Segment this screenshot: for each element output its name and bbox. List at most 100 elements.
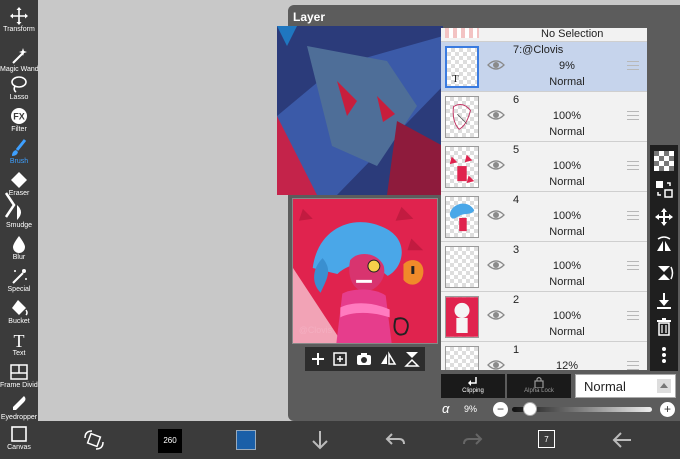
layer-row[interactable]: T 7:@Clovis 9% Normal	[441, 42, 647, 92]
eye-icon[interactable]	[487, 58, 505, 72]
eye-icon[interactable]	[487, 108, 505, 122]
tool-brush[interactable]: Brush	[0, 138, 38, 166]
layer-blend-mode: Normal	[549, 226, 585, 238]
more-options-icon[interactable]	[654, 345, 674, 365]
tool-eyedropper[interactable]: Eyedropper	[0, 394, 38, 422]
undo-icon[interactable]	[384, 428, 408, 452]
layer-list[interactable]: No Selection T 7:@Clovis 9% Normal 6 100% Norm…	[441, 28, 647, 370]
flip-layer-horizontal-icon[interactable]	[654, 235, 674, 255]
layer-blend-mode: Normal	[549, 126, 585, 138]
rotate-canvas-icon[interactable]	[82, 428, 106, 452]
layer-opacity: 100%	[552, 210, 582, 222]
tool-label: Filter	[11, 126, 27, 133]
layer-row[interactable]: 1 12%	[441, 342, 647, 370]
redo-icon[interactable]	[460, 428, 484, 452]
merge-down-icon[interactable]	[654, 291, 674, 311]
blend-mode-select[interactable]: Normal	[575, 374, 676, 398]
eye-icon[interactable]	[487, 208, 505, 222]
layer-name: 1	[513, 344, 520, 356]
eye-icon[interactable]	[487, 258, 505, 272]
checkerboard-icon[interactable]	[654, 151, 674, 171]
eye-icon[interactable]	[487, 358, 505, 370]
tool-label: Lasso	[9, 94, 29, 101]
fx-icon: FX	[11, 108, 27, 124]
layer-thumbnail[interactable]	[445, 346, 479, 370]
opacity-decrease-button[interactable]: −	[493, 402, 508, 417]
add-layer-copy-icon[interactable]	[329, 347, 351, 371]
clipping-button[interactable]: Clipping	[441, 374, 505, 398]
app-window: Transform Magic Wand Lasso FX Filter Brush Era…	[0, 0, 680, 459]
tool-filter[interactable]: FX Filter	[0, 106, 38, 134]
tool-label: Eyedropper	[0, 414, 38, 421]
tool-transform[interactable]: Transform	[0, 6, 38, 34]
swap-layer-icon[interactable]	[654, 179, 674, 199]
drag-handle-icon[interactable]	[627, 361, 639, 370]
svg-text:FX: FX	[13, 112, 25, 122]
no-selection-row[interactable]: No Selection	[441, 28, 647, 42]
bottom-toolbar	[38, 421, 680, 459]
opacity-slider-knob[interactable]	[522, 402, 537, 416]
delete-layer-icon[interactable]	[654, 317, 674, 337]
layer-blend-mode: Normal	[549, 276, 585, 288]
layer-name: 4	[513, 194, 520, 206]
opacity-increase-button[interactable]: +	[660, 402, 675, 417]
layer-row[interactable]: 6 100% Normal	[441, 92, 647, 142]
tool-lasso[interactable]: Lasso	[0, 74, 38, 102]
layers-button[interactable]: 7	[538, 430, 555, 448]
canvas-preview[interactable]: @Clovis	[292, 198, 438, 344]
canvas-artwork	[277, 26, 443, 195]
drag-handle-icon[interactable]	[627, 211, 639, 221]
tool-frame-divider[interactable]: Frame Divider	[0, 362, 44, 390]
layer-thumbnail[interactable]	[445, 146, 479, 188]
layer-opacity: 100%	[552, 310, 582, 322]
flip-vertical-icon[interactable]	[401, 347, 423, 371]
brush-icon	[12, 139, 27, 156]
tool-special[interactable]: Special	[0, 266, 38, 294]
layer-thumbnail[interactable]	[445, 196, 479, 238]
move-icon[interactable]	[654, 207, 674, 227]
eye-icon[interactable]	[487, 308, 505, 322]
flip-horizontal-icon[interactable]	[377, 347, 399, 371]
tool-label: Text	[12, 350, 26, 357]
transform-icon	[10, 7, 28, 25]
tool-blur[interactable]: Blur	[0, 234, 38, 262]
drag-handle-icon[interactable]	[627, 311, 639, 321]
back-arrow-icon[interactable]	[610, 428, 634, 452]
flip-layer-vertical-icon[interactable]	[654, 263, 674, 283]
add-layer-icon[interactable]	[307, 347, 329, 371]
layer-thumbnail[interactable]	[445, 246, 479, 288]
drag-handle-icon[interactable]	[627, 161, 639, 171]
tool-label: Brush	[9, 158, 29, 165]
svg-text:T: T	[14, 331, 25, 350]
tool-text[interactable]: T Text	[0, 330, 38, 358]
drag-handle-icon[interactable]	[627, 261, 639, 271]
opacity-slider-row: α 9% − +	[438, 400, 680, 420]
alpha-symbol: α	[442, 401, 450, 416]
lasso-icon	[11, 76, 27, 93]
layer-row[interactable]: 3 100% Normal	[441, 242, 647, 292]
canvas-area[interactable]	[38, 0, 288, 420]
tool-label: Blur	[12, 254, 26, 261]
camera-icon[interactable]	[353, 347, 375, 371]
drag-handle-icon[interactable]	[627, 61, 639, 71]
layer-name: 2	[513, 294, 520, 306]
layer-row[interactable]: 2 100% Normal	[441, 292, 647, 342]
alpha-lock-label: Alpha Lock	[524, 388, 554, 394]
layer-thumbnail[interactable]	[445, 296, 479, 338]
alpha-lock-button[interactable]: Alpha Lock	[507, 374, 571, 398]
layer-thumbnail[interactable]	[445, 96, 479, 138]
arrow-down-icon[interactable]	[308, 428, 332, 452]
layer-row[interactable]: 4 100% Normal	[441, 192, 647, 242]
drag-handle-icon[interactable]	[627, 111, 639, 121]
layer-thumbnail[interactable]: T	[445, 46, 479, 88]
layer-blend-mode: Normal	[549, 326, 585, 338]
layer-row[interactable]: 5 100% Normal	[441, 142, 647, 192]
brush-size-indicator[interactable]: 260	[158, 429, 182, 453]
tool-bucket[interactable]: Bucket	[0, 298, 38, 326]
tool-magic-wand[interactable]: Magic Wand	[0, 46, 39, 74]
color-swatch[interactable]	[236, 430, 256, 450]
layer-opacity: 100%	[552, 160, 582, 172]
tool-canvas[interactable]: Canvas	[0, 424, 38, 452]
chevron-right-icon[interactable]	[2, 190, 18, 220]
eye-icon[interactable]	[487, 158, 505, 172]
